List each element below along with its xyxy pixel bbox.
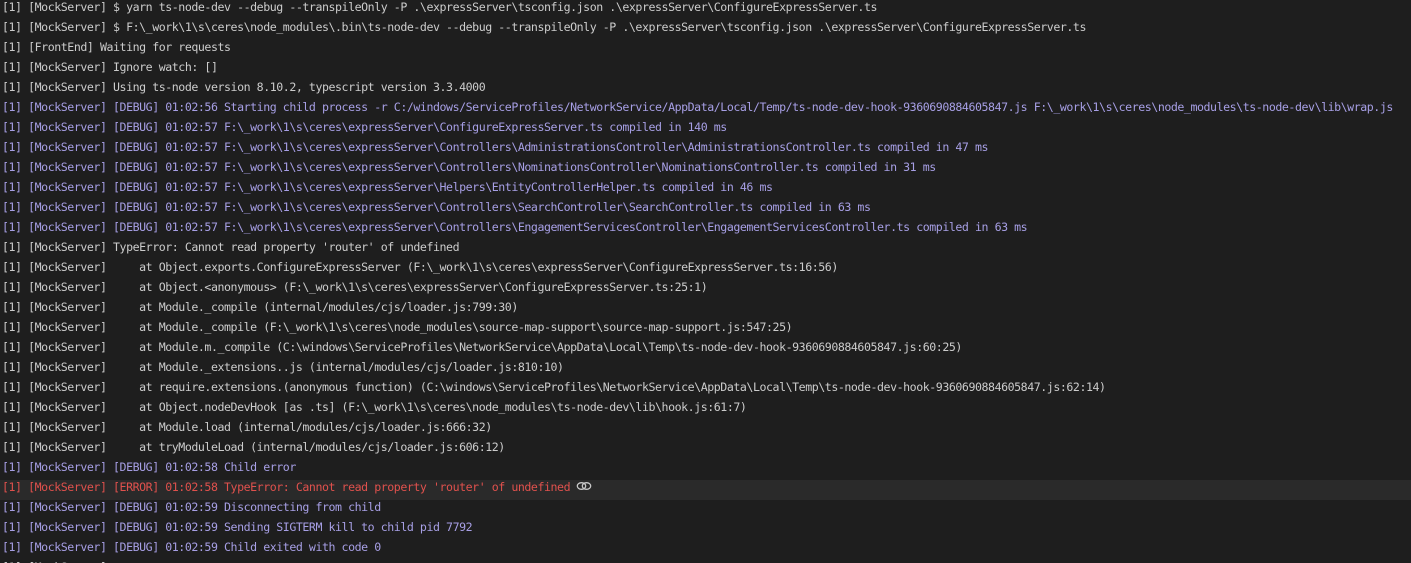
log-line-text: [1] [MockServer] [DEBUG] 01:02:57 F:\_wo… — [2, 120, 727, 134]
log-line-text: [1] [MockServer] TypeError: Cannot read … — [2, 240, 460, 254]
log-line: [1] [FrontEnd] Waiting for requests — [0, 40, 1411, 60]
log-line-text: [1] [MockServer] [DEBUG] 01:02:59 Child … — [2, 540, 381, 554]
log-line: [1] [MockServer] $ F:\_work\1\s\ceres\no… — [0, 20, 1411, 40]
log-line-text: [1] [FrontEnd] Waiting for requests — [2, 40, 231, 54]
debug-log-line: [1] [MockServer] [DEBUG] 01:02:58 Child … — [0, 460, 1411, 480]
log-line-text: [1] [MockServer] [DEBUG] 01:02:56 Starti… — [2, 100, 1393, 114]
log-line-text: [1] [MockServer] [ERROR] 01:02:58 TypeEr… — [2, 480, 571, 494]
debug-log-line: [1] [MockServer] [DEBUG] 01:02:59 Child … — [0, 540, 1411, 560]
log-line: [1] [MockServer] at tryModuleLoad (inter… — [0, 440, 1411, 460]
log-line-text: [1] [MockServer] $ yarn ts-node-dev --de… — [2, 0, 878, 14]
log-line: [1] [MockServer] Using ts-node version 8… — [0, 80, 1411, 100]
log-line-text: [1] [MockServer] [DEBUG] 01:02:57 F:\_wo… — [2, 200, 871, 214]
log-line-text: [1] [MockServer] [DEBUG] 01:02:59 Discon… — [2, 500, 381, 514]
log-line-text: [1] [MockServer] at Module._compile (F:\… — [2, 320, 793, 334]
log-line: [1] [MockServer] at Object.<anonymous> (… — [0, 280, 1411, 300]
log-line-text: [1] [MockServer] Using ts-node version 8… — [2, 80, 486, 94]
log-line: [1] [MockServer] at Object.exports.Confi… — [0, 260, 1411, 280]
log-line-text: [1] [MockServer] at Module._compile (int… — [2, 300, 518, 314]
log-line-text: [1] [MockServer] [DEBUG] 01:02:57 F:\_wo… — [2, 220, 1028, 234]
debug-log-line: [1] [MockServer] [DEBUG] 01:02:59 Sendin… — [0, 520, 1411, 540]
log-line: [1] [MockServer] at Module._compile (int… — [0, 300, 1411, 320]
log-line: [1] [MockServer] at Module.m._compile (C… — [0, 340, 1411, 360]
log-line: [1] [MockServer] at Module.load (interna… — [0, 420, 1411, 440]
log-line: [1] [MockServer] at Object.nodeDevHook [… — [0, 400, 1411, 420]
debug-log-line: [1] [MockServer] [DEBUG] 01:02:57 F:\_wo… — [0, 160, 1411, 180]
log-line-text: [1] [MockServer] at tryModuleLoad (inter… — [2, 440, 505, 454]
log-line-text: [1] [MockServer] [DEBUG] 01:02:59 Sendin… — [2, 520, 473, 534]
log-line: [1] [MockServer] TypeError: Cannot read … — [0, 240, 1411, 260]
log-line-text: [1] [MockServer] at Module.m._compile (C… — [2, 340, 962, 354]
log-line-text: [1] [MockServer] at Object.nodeDevHook [… — [2, 400, 747, 414]
log-line-text: [1] [MockServer] [DEBUG] 01:02:58 Child … — [2, 460, 296, 474]
log-line: [1] [MockServer] $ yarn ts-node-dev --de… — [0, 0, 1411, 20]
log-line-text: [1] [MockServer] at Object.<anonymous> (… — [2, 280, 708, 294]
link-icon[interactable] — [576, 480, 592, 492]
debug-log-line: [1] [MockServer] [DEBUG] 01:02:57 F:\_wo… — [0, 180, 1411, 200]
debug-log-line: [1] [MockServer] [DEBUG] 01:02:59 Discon… — [0, 500, 1411, 520]
debug-log-line: [1] [MockServer] [DEBUG] 01:02:57 F:\_wo… — [0, 220, 1411, 240]
log-line: [1] [MockServer] Ignore watch: [] — [0, 60, 1411, 80]
log-line: [1] [MockServer] at require.extensions.(… — [0, 380, 1411, 400]
log-line: [1] [MockServer] at Module._extensions..… — [0, 360, 1411, 380]
log-line-text: [1] [MockServer] at Module.load (interna… — [2, 420, 492, 434]
terminal-output[interactable]: [1] [MockServer] $ yarn ts-node-dev --de… — [0, 0, 1411, 563]
debug-log-line: [1] [MockServer] [DEBUG] 01:02:57 F:\_wo… — [0, 140, 1411, 160]
log-line-text: [1] [MockServer] $ F:\_work\1\s\ceres\no… — [2, 20, 1086, 34]
log-line-text: [1] [MockServer] Ignore watch: [] — [2, 60, 218, 74]
debug-log-line: [1] [MockServer] [DEBUG] 01:02:57 F:\_wo… — [0, 120, 1411, 140]
log-line-text: [1] [MockServer] at require.extensions.(… — [2, 380, 1106, 394]
debug-log-line: [1] [MockServer] [DEBUG] 01:02:57 F:\_wo… — [0, 200, 1411, 220]
error-log-line: [1] [MockServer] [ERROR] 01:02:58 TypeEr… — [0, 480, 1411, 500]
log-line-text: [1] [MockServer] at Module._extensions..… — [2, 360, 564, 374]
log-line-text: [1] [MockServer] [DEBUG] 01:02:57 F:\_wo… — [2, 160, 936, 174]
debug-log-line: [1] [MockServer] [DEBUG] 01:02:56 Starti… — [0, 100, 1411, 120]
log-line: [1] [MockServer] at Module._compile (F:\… — [0, 320, 1411, 340]
log-line-text: [1] [MockServer] [DEBUG] 01:02:57 F:\_wo… — [2, 140, 989, 154]
log-line-text: [1] [MockServer] at Object.exports.Confi… — [2, 260, 838, 274]
log-line-text: [1] [MockServer] [DEBUG] 01:02:57 F:\_wo… — [2, 180, 773, 194]
